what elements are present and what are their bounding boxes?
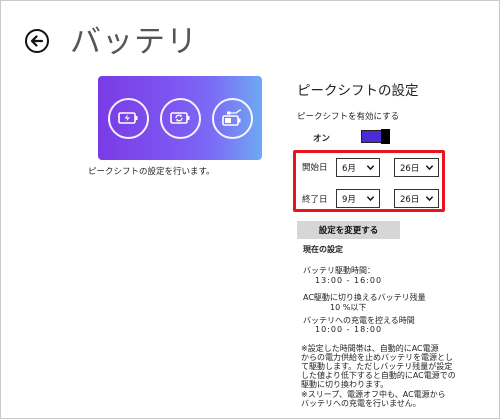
back-arrow-icon xyxy=(30,35,44,47)
end-date-label: 終了日 xyxy=(302,195,328,205)
start-day-select[interactable]: 26日 xyxy=(394,158,439,177)
chevron-down-icon xyxy=(425,196,434,202)
start-date-label: 開始日 xyxy=(302,163,328,173)
hero-banner xyxy=(98,76,262,160)
start-month-select[interactable]: 6月 xyxy=(336,158,380,177)
chevron-down-icon xyxy=(425,165,434,171)
page-title: バッテリ xyxy=(70,24,198,60)
chevron-down-icon xyxy=(366,165,375,171)
switch-threshold-value: 10 %以下 xyxy=(330,303,367,312)
toggle-state-label: オン xyxy=(313,134,331,144)
end-month-value: 9月 xyxy=(342,194,356,205)
battery-time-label: バッテリ駆動時間： xyxy=(303,266,375,275)
page-description: ピークシフトの設定を行います。 xyxy=(88,167,215,177)
enable-peak-shift-label: ピークシフトを有効にする xyxy=(297,112,400,122)
battery-plug-icon xyxy=(211,97,253,139)
end-month-select[interactable]: 9月 xyxy=(336,189,380,208)
toggle-knob xyxy=(381,129,390,144)
apply-settings-button[interactable]: 設定を変更する xyxy=(297,221,400,239)
note-line: バッテリへの充電を行いません。 xyxy=(301,399,421,408)
chevron-down-icon xyxy=(366,196,375,202)
start-month-value: 6月 xyxy=(342,163,356,174)
end-day-value: 26日 xyxy=(400,194,420,205)
battery-time-value: 13:00 - 16:00 xyxy=(315,276,383,285)
battery-charging-icon xyxy=(107,97,149,139)
refresh-icon xyxy=(159,97,201,139)
peak-shift-toggle[interactable] xyxy=(361,129,390,144)
end-day-select[interactable]: 26日 xyxy=(394,189,439,208)
current-settings-heading: 現在の設定 xyxy=(303,245,343,254)
charge-suppress-value: 10:00 - 18:00 xyxy=(315,325,383,334)
back-button[interactable] xyxy=(25,29,49,53)
start-day-value: 26日 xyxy=(400,163,420,174)
section-title: ピークシフトの設定 xyxy=(297,83,419,99)
